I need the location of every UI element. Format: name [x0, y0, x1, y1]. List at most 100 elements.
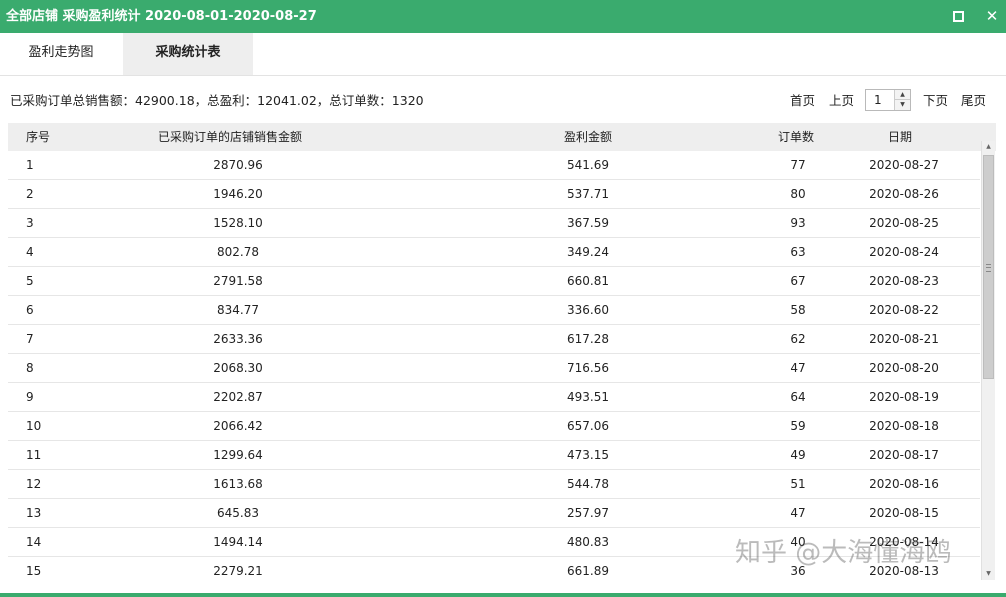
cell-orders: 59	[790, 419, 806, 433]
tab-profit-trend[interactable]: 盈利走势图	[0, 33, 122, 75]
cell-index: 11	[26, 448, 42, 462]
cell-index: 13	[26, 506, 42, 520]
cell-profit: 367.59	[567, 216, 609, 230]
close-button[interactable]: ✕	[980, 0, 1004, 33]
cell-profit: 544.78	[567, 477, 609, 491]
cell-index: 12	[26, 477, 42, 491]
cell-index: 7	[26, 332, 34, 346]
header-date[interactable]: 日期	[888, 123, 912, 151]
cell-sales-amount: 2068.30	[213, 361, 263, 375]
cell-sales-amount: 1299.64	[213, 448, 263, 462]
cell-date: 2020-08-25	[869, 216, 939, 230]
title-bar: 全部店铺 采购盈利统计 2020-08-01-2020-08-27 ✕	[0, 0, 1006, 33]
bottom-accent-bar	[0, 593, 1006, 597]
table-body: 1 2870.96 541.69 77 2020-08-27 2 1946.20 537.71…	[8, 151, 980, 580]
cell-profit: 537.71	[567, 187, 609, 201]
cell-index: 15	[26, 564, 42, 578]
table-row[interactable]: 12 1613.68 544.78 51 2020-08-16	[8, 470, 980, 499]
cell-date: 2020-08-17	[869, 448, 939, 462]
cell-sales-amount: 802.78	[217, 245, 259, 259]
cell-date: 2020-08-20	[869, 361, 939, 375]
cell-profit: 473.15	[567, 448, 609, 462]
window-title: 全部店铺 采购盈利统计 2020-08-01-2020-08-27	[6, 9, 317, 24]
table-row[interactable]: 1 2870.96 541.69 77 2020-08-27	[8, 151, 980, 180]
header-profit[interactable]: 盈利金额	[564, 123, 612, 151]
cell-index: 4	[26, 245, 34, 259]
prev-page-link[interactable]: 上页	[829, 89, 854, 113]
cell-sales-amount: 1494.14	[213, 535, 263, 549]
cell-date: 2020-08-26	[869, 187, 939, 201]
cell-sales-amount: 1613.68	[213, 477, 263, 491]
cell-date: 2020-08-19	[869, 390, 939, 404]
tab-bar: 盈利走势图 采购统计表	[0, 33, 1006, 76]
cell-sales-amount: 834.77	[217, 303, 259, 317]
cell-date: 2020-08-16	[869, 477, 939, 491]
cell-profit: 657.06	[567, 419, 609, 433]
table-header: 序号 已采购订单的店铺销售金额 盈利金额 订单数 日期	[8, 123, 996, 151]
cell-date: 2020-08-27	[869, 158, 939, 172]
scroll-up-icon[interactable]: ▲	[982, 141, 995, 153]
cell-index: 9	[26, 390, 34, 404]
table-row[interactable]: 6 834.77 336.60 58 2020-08-22	[8, 296, 980, 325]
table-row[interactable]: 2 1946.20 537.71 80 2020-08-26	[8, 180, 980, 209]
header-index[interactable]: 序号	[26, 123, 50, 151]
table-row[interactable]: 4 802.78 349.24 63 2020-08-24	[8, 238, 980, 267]
chevron-up-icon[interactable]: ▲	[895, 90, 910, 100]
table-row[interactable]: 7 2633.36 617.28 62 2020-08-21	[8, 325, 980, 354]
cell-profit: 541.69	[567, 158, 609, 172]
table-row[interactable]: 3 1528.10 367.59 93 2020-08-25	[8, 209, 980, 238]
cell-sales-amount: 1528.10	[213, 216, 263, 230]
grip-icon	[986, 264, 991, 272]
cell-sales-amount: 1946.20	[213, 187, 263, 201]
cell-index: 10	[26, 419, 42, 433]
cell-index: 1	[26, 158, 34, 172]
vertical-scrollbar[interactable]: ▲ ▼	[981, 141, 995, 580]
cell-orders: 77	[790, 158, 806, 172]
table-row[interactable]: 11 1299.64 473.15 49 2020-08-17	[8, 441, 980, 470]
last-page-link[interactable]: 尾页	[961, 89, 986, 113]
cell-profit: 336.60	[567, 303, 609, 317]
scroll-thumb[interactable]	[983, 155, 994, 379]
header-sales-amount[interactable]: 已采购订单的店铺销售金额	[158, 123, 302, 151]
cell-index: 14	[26, 535, 42, 549]
cell-sales-amount: 2279.21	[213, 564, 263, 578]
cell-profit: 257.97	[567, 506, 609, 520]
cell-index: 6	[26, 303, 34, 317]
table-row[interactable]: 13 645.83 257.97 47 2020-08-15	[8, 499, 980, 528]
watermark: 知乎 @大海懂海鸥	[735, 538, 952, 568]
cell-orders: 47	[790, 361, 806, 375]
tab-purchase-stats[interactable]: 采购统计表	[123, 33, 253, 75]
cell-orders: 67	[790, 274, 806, 288]
cell-profit: 617.28	[567, 332, 609, 346]
cell-orders: 80	[790, 187, 806, 201]
cell-sales-amount: 2066.42	[213, 419, 263, 433]
scroll-down-icon[interactable]: ▼	[982, 568, 995, 580]
cell-profit: 660.81	[567, 274, 609, 288]
header-orders[interactable]: 订单数	[778, 123, 814, 151]
summary-text: 已采购订单总销售额：42900.18，总盈利：12041.02，总订单数：132…	[10, 93, 424, 108]
cell-date: 2020-08-22	[869, 303, 939, 317]
maximize-icon	[952, 11, 964, 22]
cell-profit: 349.24	[567, 245, 609, 259]
cell-date: 2020-08-23	[869, 274, 939, 288]
cell-index: 8	[26, 361, 34, 375]
page-number-stepper: ▲ ▼	[865, 89, 911, 111]
cell-date: 2020-08-15	[869, 506, 939, 520]
cell-index: 3	[26, 216, 34, 230]
cell-sales-amount: 2870.96	[213, 158, 263, 172]
cell-orders: 63	[790, 245, 806, 259]
cell-sales-amount: 2633.36	[213, 332, 263, 346]
table-row[interactable]: 10 2066.42 657.06 59 2020-08-18	[8, 412, 980, 441]
cell-orders: 64	[790, 390, 806, 404]
page-spinner: ▲ ▼	[894, 90, 910, 110]
maximize-button[interactable]	[946, 0, 970, 33]
cell-orders: 47	[790, 506, 806, 520]
next-page-link[interactable]: 下页	[923, 89, 948, 113]
cell-profit: 716.56	[567, 361, 609, 375]
first-page-link[interactable]: 首页	[790, 89, 815, 113]
cell-profit: 493.51	[567, 390, 609, 404]
table-row[interactable]: 8 2068.30 716.56 47 2020-08-20	[8, 354, 980, 383]
table-row[interactable]: 5 2791.58 660.81 67 2020-08-23	[8, 267, 980, 296]
chevron-down-icon[interactable]: ▼	[895, 100, 910, 110]
table-row[interactable]: 9 2202.87 493.51 64 2020-08-19	[8, 383, 980, 412]
